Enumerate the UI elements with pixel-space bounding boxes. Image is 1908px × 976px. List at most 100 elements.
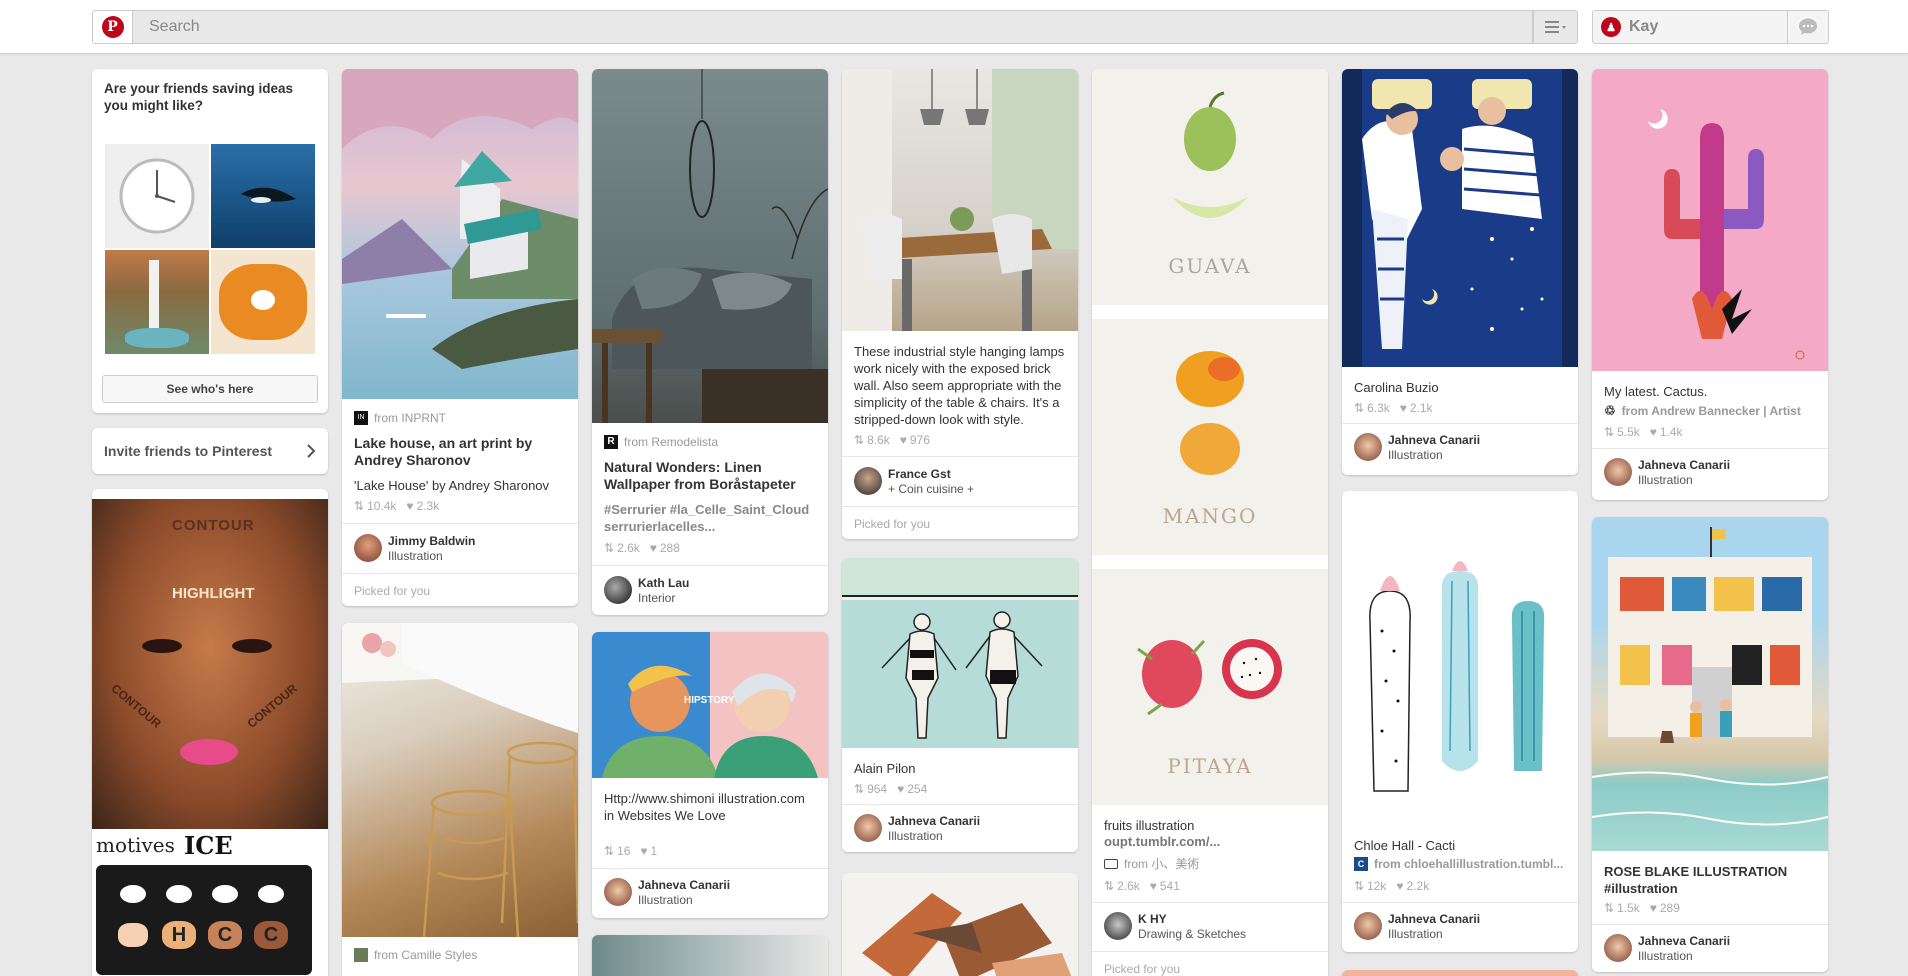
cacti-title[interactable]: Chloe Hall - Cacti xyxy=(1354,837,1566,854)
cactus-title[interactable]: My latest. Cactus. xyxy=(1604,383,1816,400)
pinner-avatar[interactable] xyxy=(854,814,882,842)
pinner-name[interactable]: Jimmy Baldwin xyxy=(388,534,475,548)
board-name[interactable]: Illustration xyxy=(388,549,443,563)
swimmers-title[interactable]: Alain Pilon xyxy=(854,760,1066,777)
pin-family-night[interactable]: Carolina Buzio 6.3k2.1k Jahneva Canarii … xyxy=(1342,69,1578,475)
invite-friends-card[interactable]: Invite friends to Pinterest xyxy=(92,428,328,474)
whale-thumbnail xyxy=(211,144,315,248)
pinner-avatar[interactable] xyxy=(854,467,882,495)
swimmers-image xyxy=(842,558,1078,748)
rose-stats: 1.5k 289 xyxy=(1604,901,1816,915)
pinner-avatar[interactable] xyxy=(1104,912,1132,940)
board-name[interactable]: Drawing & Sketches xyxy=(1138,927,1246,941)
pin-hipstory[interactable]: HIPSTORY Http://www.shimoni illustration… xyxy=(592,632,828,918)
friends-thumbnail-grid xyxy=(105,144,315,354)
friends-prompt-title: Are your friends saving ideas you might … xyxy=(104,81,294,113)
pin-lake-house[interactable]: IN from INPRNT Lake house, an art print b… xyxy=(342,69,578,606)
like-count: 289 xyxy=(1650,901,1680,915)
profile-button[interactable]: ♟ Kay xyxy=(1592,10,1788,44)
cacti-stats: 12k 2.2k xyxy=(1354,879,1566,893)
picked-for-you-label: Picked for you xyxy=(854,517,931,531)
rose-title[interactable]: ROSE BLAKE ILLUSTRATION #illustration xyxy=(1604,863,1816,897)
makeup-label-contour-right: CONTOUR xyxy=(244,681,300,731)
pin-swimmers[interactable]: Alain Pilon 964 254 Jahneva Canarii Illus… xyxy=(842,558,1078,852)
pinner-avatar[interactable] xyxy=(1604,458,1632,486)
fruits-link[interactable]: oupt.tumblr.com/... xyxy=(1104,834,1316,849)
fruits-source[interactable]: from 小、美術 xyxy=(1104,855,1316,872)
sofa-title[interactable]: Natural Wonders: Linen Wallpaper from Bo… xyxy=(604,459,816,493)
board-name[interactable]: Illustration xyxy=(1638,473,1693,487)
palette-brand: motives xyxy=(96,833,175,857)
pinner-avatar[interactable] xyxy=(1354,433,1382,461)
pinner-name[interactable]: Jahneva Canarii xyxy=(888,814,980,828)
menu-button[interactable] xyxy=(1533,10,1578,44)
board-name[interactable]: Illustration xyxy=(1388,448,1443,462)
pin-peach-partial[interactable] xyxy=(1342,970,1578,976)
pinner-avatar[interactable] xyxy=(604,878,632,906)
fruits-description[interactable]: fruits illustration xyxy=(1104,817,1316,834)
search-input[interactable] xyxy=(133,10,1533,44)
pin-sofa[interactable]: Rfrom Remodelista Natural Wonders: Linen… xyxy=(592,69,828,615)
hipstory-stats: 16 1 xyxy=(604,844,816,858)
like-count: 288 xyxy=(650,541,680,555)
board-name[interactable]: Illustration xyxy=(1638,949,1693,963)
pinner-avatar[interactable] xyxy=(1604,934,1632,962)
lake-source[interactable]: IN from INPRNT xyxy=(354,411,566,425)
sofa-image xyxy=(592,69,828,423)
pinner-name[interactable]: K HY xyxy=(1138,912,1167,926)
pinner-avatar[interactable] xyxy=(1354,912,1382,940)
board-name[interactable]: Illustration xyxy=(638,893,693,907)
board-name[interactable]: Illustration xyxy=(1388,927,1443,941)
pinner-avatar[interactable] xyxy=(604,576,632,604)
pin-wood-partial[interactable] xyxy=(842,873,1078,976)
top-header: P ♟ Kay xyxy=(0,0,1908,54)
board-name[interactable]: Interior xyxy=(638,591,675,605)
repin-count: 10.4k xyxy=(354,499,396,513)
pin-fruits[interactable]: GUAVA MANGO PITAYA fruits illustration o… xyxy=(1092,69,1328,976)
clock-thumbnail xyxy=(105,144,209,248)
pin-cacti[interactable]: Chloe Hall - Cacti Cfrom chloehallillust… xyxy=(1342,491,1578,952)
repin-count: 8.6k xyxy=(854,433,890,447)
pin-dining-room[interactable]: These industrial style hanging lamps wor… xyxy=(842,69,1078,539)
pinner-name[interactable]: France Gst xyxy=(888,467,951,481)
cactus-source[interactable]: ♲ from Andrew Bannecker | Artist xyxy=(1604,403,1816,419)
pinner-name[interactable]: Jahneva Canarii xyxy=(1388,433,1480,447)
pin-makeup[interactable]: CONTOUR HIGHLIGHT CONTOUR CONTOUR motive… xyxy=(92,489,328,976)
repin-count: 2.6k xyxy=(1104,879,1140,893)
family-stats: 6.3k 2.1k xyxy=(1354,401,1566,415)
cacti-source[interactable]: Cfrom chloehallillustration.tumbl... xyxy=(1354,857,1566,871)
fruit-label-mango: MANGO xyxy=(1162,504,1258,528)
family-title[interactable]: Carolina Buzio xyxy=(1354,379,1566,396)
dining-description[interactable]: These industrial style hanging lamps wor… xyxy=(854,343,1066,428)
pinterest-logo-button[interactable]: P xyxy=(92,10,133,44)
pin-bar-chairs[interactable]: from Camille Styles xyxy=(342,623,578,976)
chairs-source[interactable]: from Camille Styles xyxy=(354,948,566,962)
pinner-avatar[interactable] xyxy=(354,534,382,562)
waterfall-thumbnail xyxy=(105,250,209,354)
board-name[interactable]: Illustration xyxy=(888,829,943,843)
invite-friends-label: Invite friends to Pinterest xyxy=(104,443,273,459)
dining-room-image xyxy=(842,69,1078,331)
swimmers-stats: 964 254 xyxy=(854,782,1066,796)
pinner-name[interactable]: Kath Lau xyxy=(638,576,689,590)
pin-cactus-pink[interactable]: My latest. Cactus. ♲ from Andrew Bannecke… xyxy=(1592,69,1828,500)
pin-rose-blake[interactable]: ROSE BLAKE ILLUSTRATION #illustration 1.… xyxy=(1592,517,1828,972)
bar-chairs-image xyxy=(342,623,578,937)
lake-title[interactable]: Lake house, an art print by Andrey Sharo… xyxy=(354,435,566,469)
sofa-source[interactable]: Rfrom Remodelista xyxy=(604,435,816,449)
pinner-name[interactable]: Jahneva Canarii xyxy=(638,878,730,892)
chevron-right-icon xyxy=(307,444,316,458)
repin-count: 5.5k xyxy=(1604,425,1640,439)
pinner-name[interactable]: Jahneva Canarii xyxy=(1638,458,1730,472)
hipstory-description[interactable]: Http://www.shimoni illustration.com in W… xyxy=(604,790,816,824)
board-name[interactable]: + Coin cuisine + xyxy=(888,482,974,496)
fruits-stats: 2.6k 541 xyxy=(1104,879,1316,893)
pin-kitchen-partial[interactable] xyxy=(592,935,828,976)
makeup-lips xyxy=(180,739,238,765)
pinner-name[interactable]: Jahneva Canarii xyxy=(1638,934,1730,948)
messages-button[interactable] xyxy=(1787,10,1829,44)
pinner-name[interactable]: Jahneva Canarii xyxy=(1388,912,1480,926)
see-whos-here-button[interactable]: See who's here xyxy=(102,375,318,403)
like-count: 254 xyxy=(897,782,927,796)
lake-stats: 10.4k 2.3k xyxy=(354,499,566,513)
